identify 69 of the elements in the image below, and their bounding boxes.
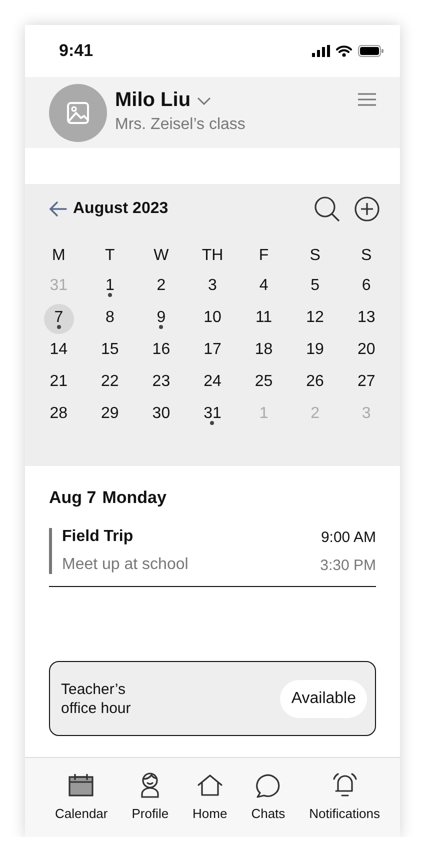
event-note: Meet up at school [62, 556, 188, 574]
event-start-time: 9:00 AM [320, 528, 376, 546]
calendar-day[interactable]: 20 [351, 336, 382, 366]
add-icon[interactable] [354, 196, 380, 222]
image-icon [67, 102, 89, 124]
calendar-day[interactable]: 10 [197, 304, 228, 334]
calendar-day[interactable]: 18 [248, 336, 279, 366]
calendar-day[interactable]: 7 [44, 304, 74, 334]
calendar-day[interactable]: 25 [248, 368, 279, 398]
nav-tab[interactable]: Profile [132, 772, 169, 837]
weekday-label: F [258, 246, 270, 266]
calendar-day[interactable]: 13 [351, 304, 382, 334]
calendar-day[interactable]: 12 [300, 304, 330, 334]
calendar-day[interactable]: 4 [248, 272, 279, 302]
weekday-label: TH [200, 246, 224, 266]
availability-button[interactable]: Available [280, 680, 367, 718]
nav-tab[interactable]: Calendar [54, 772, 108, 837]
month-title: August 2023 [73, 200, 170, 218]
calendar-day[interactable]: 26 [300, 368, 330, 398]
back-arrow-icon[interactable] [49, 201, 67, 217]
chevron-down-icon[interactable] [196, 96, 211, 104]
nav-tab[interactable]: Home [192, 772, 228, 837]
agenda-date: Aug 7 [49, 488, 96, 508]
calendar-day[interactable]: 22 [94, 368, 125, 398]
calendar-day[interactable]: 17 [197, 336, 228, 366]
chat-bubble-icon [255, 772, 282, 798]
calendar-day[interactable]: 1 [94, 272, 125, 302]
agenda-weekday: Monday [102, 488, 166, 508]
calendar-day[interactable]: 14 [44, 336, 74, 366]
calendar-day[interactable]: 16 [146, 336, 176, 366]
bell-icon [332, 772, 358, 798]
calendar-day[interactable]: 29 [94, 400, 125, 430]
event-bar [49, 528, 52, 574]
calendar-day[interactable]: 19 [300, 336, 330, 366]
user-name[interactable]: Milo Liu [115, 89, 191, 112]
calendar-day[interactable]: 8 [94, 304, 125, 334]
home-icon [196, 772, 223, 798]
search-icon[interactable] [314, 196, 340, 222]
nav-tab[interactable]: Notifications [309, 772, 380, 837]
calendar-day[interactable]: 5 [300, 272, 330, 302]
weekday-label: W [152, 246, 170, 266]
menu-icon[interactable] [358, 93, 376, 106]
calendar-day[interactable]: 2 [146, 272, 176, 302]
wifi-icon [336, 45, 352, 57]
nav-tab[interactable]: Chats [251, 772, 286, 837]
calendar-day[interactable]: 28 [44, 400, 74, 430]
weekday-label: M [50, 246, 66, 266]
calendar-day[interactable]: 21 [44, 368, 74, 398]
calendar-icon [68, 772, 94, 798]
calendar-day[interactable]: 15 [94, 336, 125, 366]
event-end-time: 3:30 PM [320, 556, 376, 574]
weekday-label: T [104, 246, 116, 266]
weekday-label: S [360, 246, 373, 266]
battery-icon [358, 45, 384, 57]
event-title[interactable]: Field Trip [62, 528, 134, 546]
calendar-day[interactable]: 30 [146, 400, 176, 430]
calendar-day[interactable]: 27 [351, 368, 382, 398]
calendar-day[interactable]: 6 [351, 272, 382, 302]
office-hour-label: Teacher’s office hour [61, 680, 132, 718]
calendar-day[interactable]: 24 [197, 368, 228, 398]
status-time: 9:41 [59, 41, 94, 61]
signal-icon [312, 45, 330, 57]
calendar-day[interactable]: 31 [197, 400, 228, 430]
class-name: Mrs. Zeisel’s class [115, 116, 246, 134]
calendar-day[interactable]: 3 [197, 272, 228, 302]
calendar-day[interactable]: 9 [146, 304, 176, 334]
calendar-day[interactable]: 11 [248, 304, 279, 334]
calendar-day[interactable]: 23 [146, 368, 176, 398]
weekday-label: S [308, 246, 322, 266]
